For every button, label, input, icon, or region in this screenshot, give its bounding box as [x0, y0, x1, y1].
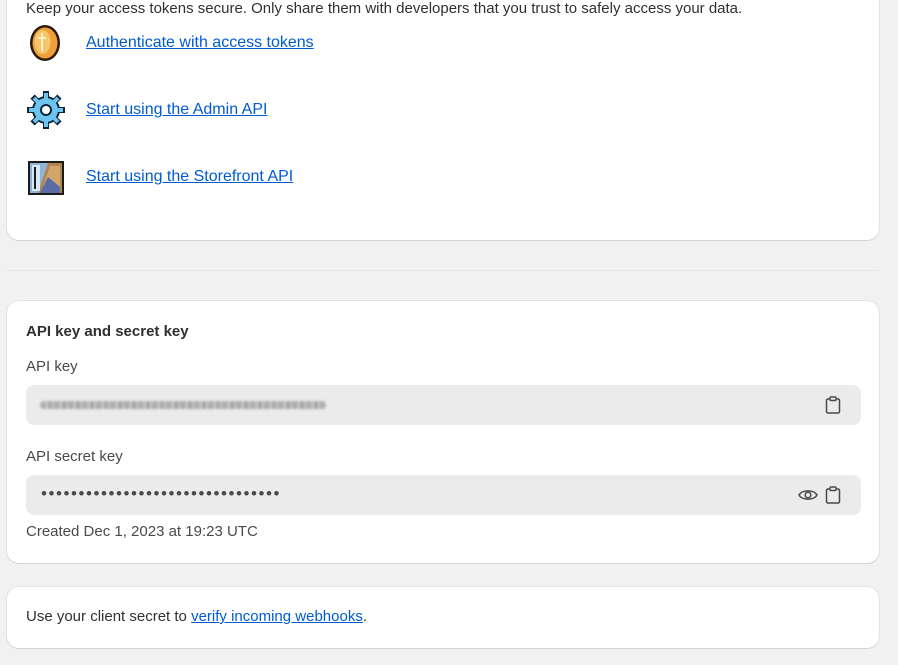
api-key-field[interactable] — [26, 385, 861, 425]
section-divider — [7, 270, 879, 271]
reveal-secret-button[interactable] — [798, 485, 818, 505]
gear-icon — [27, 91, 65, 129]
access-tokens-card: Keep your access tokens secure. Only sha… — [7, 0, 879, 240]
link-start-storefront-api[interactable]: Start using the Storefront API — [86, 168, 293, 186]
webhooks-text-before: Use your client secret to — [26, 608, 192, 625]
link-authenticate-access-tokens[interactable]: Authenticate with access tokens — [86, 34, 314, 52]
link-row-admin-api: Start using the Admin API — [26, 90, 267, 130]
api-secret-key-masked-value: •••••••••••••••••••••••••••••••• — [41, 484, 282, 503]
webhooks-info: Use your client secret to verify incomin… — [26, 608, 367, 625]
api-keys-card: API key and secret key API key API secre… — [7, 301, 879, 563]
created-timestamp: Created Dec 1, 2023 at 19:23 UTC — [26, 523, 258, 540]
eye-icon — [798, 490, 818, 500]
coin-icon — [30, 25, 60, 61]
clipboard-icon — [825, 486, 841, 504]
storefront-icon — [28, 161, 64, 195]
api-key-value-blurred — [40, 401, 326, 409]
verify-webhooks-link[interactable]: verify incoming webhooks — [191, 608, 363, 625]
access-tokens-intro: Keep your access tokens secure. Only sha… — [26, 0, 743, 17]
api-secret-key-field[interactable]: •••••••••••••••••••••••••••••••• — [26, 475, 861, 515]
clipboard-icon — [825, 396, 841, 414]
webhooks-card: Use your client secret to verify incomin… — [7, 587, 879, 648]
api-keys-title: API key and secret key — [26, 323, 189, 340]
link-row-storefront-api: Start using the Storefront API — [26, 157, 293, 197]
link-start-admin-api[interactable]: Start using the Admin API — [86, 101, 267, 119]
link-row-authenticate: Authenticate with access tokens — [26, 23, 314, 63]
copy-api-key-button[interactable] — [823, 395, 843, 415]
webhooks-text-after: . — [362, 608, 367, 625]
api-key-label: API key — [26, 358, 78, 375]
copy-secret-key-button[interactable] — [823, 485, 843, 505]
api-secret-key-label: API secret key — [26, 448, 123, 465]
